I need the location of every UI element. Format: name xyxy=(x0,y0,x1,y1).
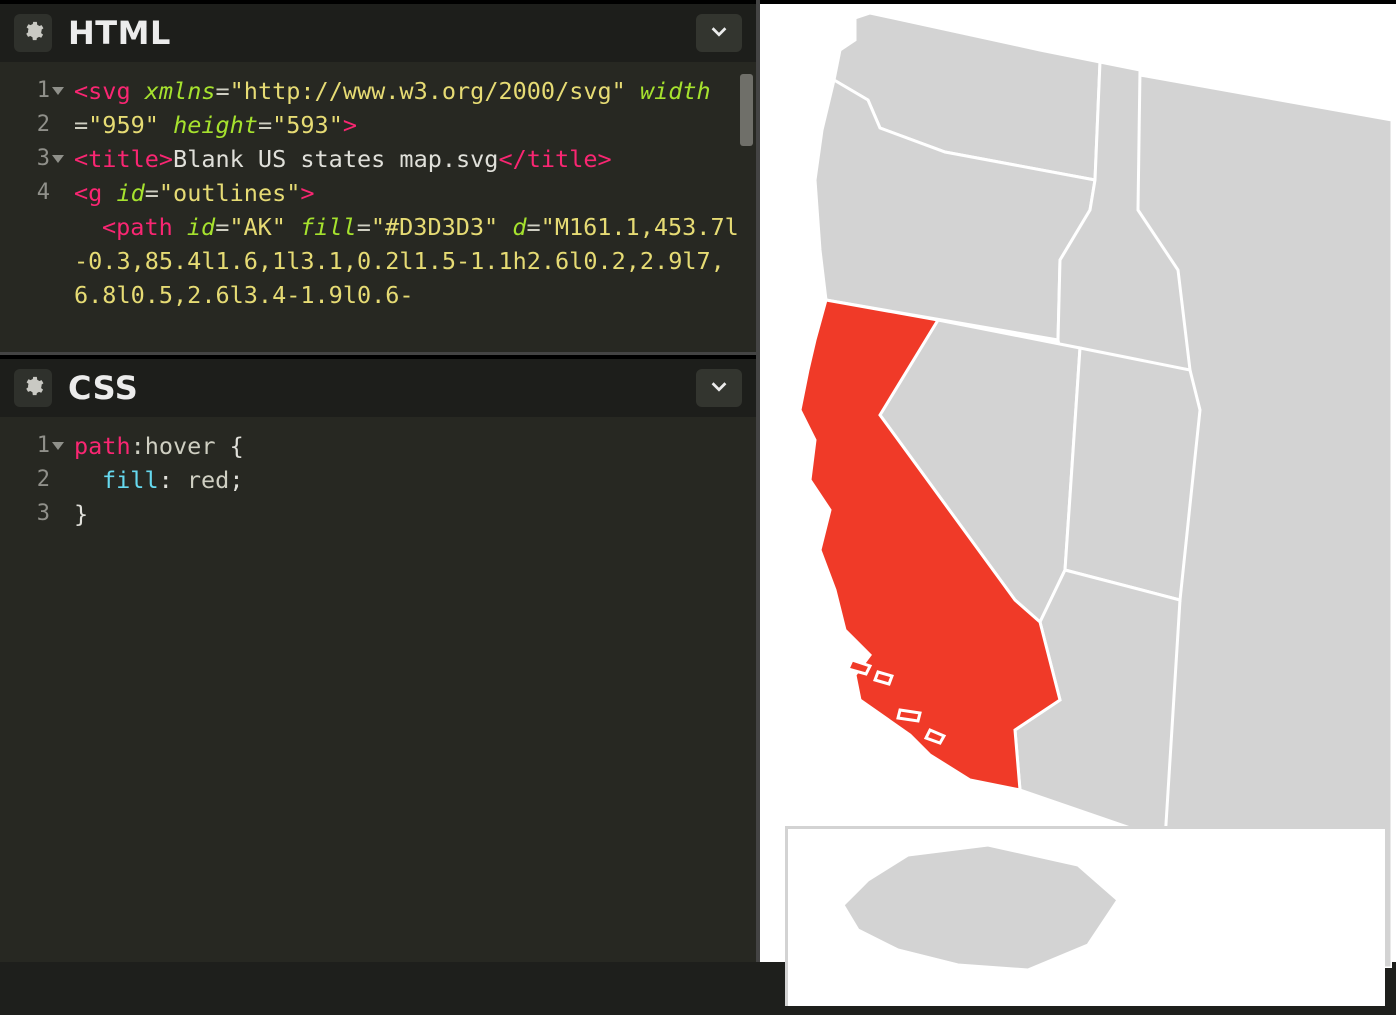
gear-icon xyxy=(22,375,44,401)
panel-html: HTML 1 2 3 4 <svg xmlns="http://www.w3.o… xyxy=(0,0,756,355)
gutter-css: 1 2 3 xyxy=(0,417,60,962)
code-content-css[interactable]: path:hover { fill: red; } xyxy=(60,417,756,962)
panel-title-html: HTML xyxy=(68,14,171,52)
settings-button-html[interactable] xyxy=(14,14,52,52)
ca-island-2[interactable] xyxy=(875,672,892,684)
state-ak[interactable] xyxy=(843,845,1118,970)
scrollbar-thumb-html[interactable] xyxy=(740,74,753,146)
chevron-down-icon xyxy=(708,20,730,46)
settings-button-css[interactable] xyxy=(14,369,52,407)
ca-island-3[interactable] xyxy=(898,710,920,721)
panel-header-css: CSS xyxy=(0,355,756,417)
gutter-html: 1 2 3 4 xyxy=(0,62,60,352)
collapse-button-css[interactable] xyxy=(696,369,742,407)
gear-icon xyxy=(22,20,44,46)
code-area-css[interactable]: 1 2 3 path:hover { fill: red; } xyxy=(0,417,756,962)
code-content-html[interactable]: <svg xmlns="http://www.w3.org/2000/svg" … xyxy=(60,62,756,352)
chevron-down-icon xyxy=(708,375,730,401)
alaska-svg[interactable] xyxy=(788,835,1388,1015)
alaska-inset-box xyxy=(785,826,1385,1006)
panel-css: CSS 1 2 3 path:hover { fill: red; } xyxy=(0,355,756,962)
panel-title-css: CSS xyxy=(68,369,138,407)
us-map-svg[interactable] xyxy=(760,10,1392,968)
editor-column: HTML 1 2 3 4 <svg xmlns="http://www.w3.o… xyxy=(0,0,760,962)
state-ut[interactable] xyxy=(1065,348,1200,600)
map-preview[interactable] xyxy=(760,4,1396,962)
preview-column xyxy=(760,0,1396,962)
panel-header-html: HTML xyxy=(0,0,756,62)
collapse-button-html[interactable] xyxy=(696,14,742,52)
code-area-html[interactable]: 1 2 3 4 <svg xmlns="http://www.w3.org/20… xyxy=(0,62,756,352)
